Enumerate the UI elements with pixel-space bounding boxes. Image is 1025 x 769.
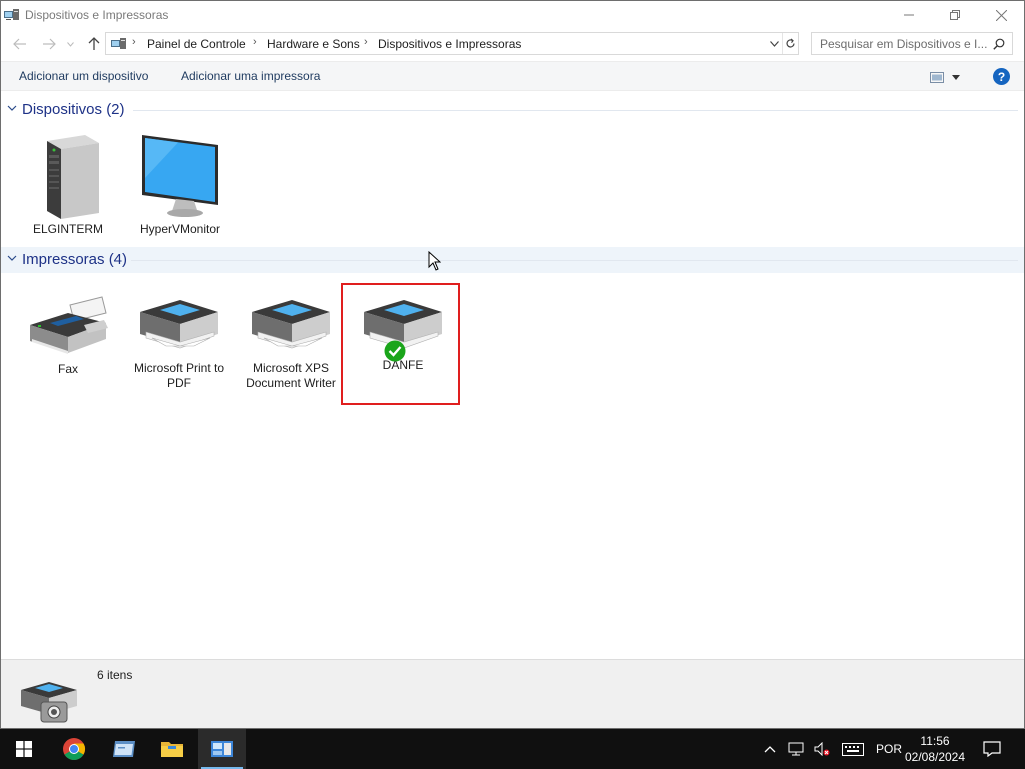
address-bar[interactable]: › Painel de Controle › Hardware e Sons ›… xyxy=(105,32,799,55)
restore-icon xyxy=(950,10,960,20)
printer-label: Microsoft Print to PDF xyxy=(133,361,225,390)
change-view-button[interactable] xyxy=(930,68,968,86)
group-title: Dispositivos (2) xyxy=(22,101,125,118)
printer-item-fax[interactable]: Fax xyxy=(18,295,118,377)
printer-item-microsoft-xps-document-writer[interactable]: Microsoft XPS Document Writer xyxy=(241,296,341,391)
forward-arrow-icon xyxy=(43,38,56,50)
clock-time: 11:56 xyxy=(920,734,950,748)
command-bar: Adicionar um dispositivo Adicionar uma i… xyxy=(1,61,1024,91)
breadcrumb-separator-icon: › xyxy=(132,36,136,48)
devices-printers-app-icon xyxy=(4,9,19,20)
back-button[interactable] xyxy=(12,36,28,52)
device-list-pane: Dispositivos (2) ELGINTERM HyperVMonitor… xyxy=(1,92,1024,659)
group-title: Impressoras (4) xyxy=(22,251,128,268)
device-item-hypervmonitor[interactable]: HyperVMonitor xyxy=(130,133,230,237)
chrome-icon xyxy=(63,738,85,760)
chevron-down-icon xyxy=(952,74,960,80)
notification-icon xyxy=(983,741,1001,757)
fax-icon xyxy=(30,296,108,354)
close-icon xyxy=(995,9,1007,21)
navigation-row: › Painel de Controle › Hardware e Sons ›… xyxy=(1,29,1024,59)
taskbar-file-explorer[interactable] xyxy=(148,729,196,769)
taskbar-clock[interactable]: 11:56 02/08/2024 xyxy=(900,733,970,765)
minimize-icon xyxy=(904,14,914,16)
group-divider xyxy=(133,110,1018,111)
window-title: Dispositivos e Impressoras xyxy=(25,8,169,22)
breadcrumb-hardware-sound[interactable]: Hardware e Sons xyxy=(267,37,360,51)
search-placeholder: Pesquisar em Dispositivos e I... xyxy=(820,37,988,51)
monitor-icon xyxy=(142,135,218,217)
forward-button[interactable] xyxy=(41,36,57,52)
device-label: ELGINTERM xyxy=(32,222,103,236)
chevron-down-icon xyxy=(7,255,17,261)
printer-icon xyxy=(140,300,218,349)
breadcrumb-separator-icon: › xyxy=(253,36,257,48)
show-hidden-icons-icon[interactable] xyxy=(764,745,776,753)
printer-label: Microsoft XPS Document Writer xyxy=(246,361,336,390)
breadcrumb-devices-printers[interactable]: Dispositivos e Impressoras xyxy=(378,37,521,51)
action-center-button[interactable] xyxy=(972,729,1012,769)
group-header-devices[interactable]: Dispositivos (2) xyxy=(1,97,1024,123)
view-options-icon xyxy=(930,71,944,83)
device-label: HyperVMonitor xyxy=(139,222,221,236)
device-item-elginterm[interactable]: ELGINTERM xyxy=(18,133,118,237)
add-device-button[interactable]: Adicionar um dispositivo xyxy=(19,69,148,83)
minimize-button[interactable] xyxy=(886,1,932,29)
group-header-printers[interactable]: Impressoras (4) xyxy=(1,247,1024,273)
chevron-down-icon xyxy=(769,40,779,47)
control-panel-icon xyxy=(111,38,126,49)
taskbar-devices-printers[interactable] xyxy=(198,729,246,769)
touch-keyboard-icon[interactable] xyxy=(842,742,864,756)
help-icon[interactable]: ? xyxy=(993,68,1010,85)
address-dropdown-button[interactable] xyxy=(766,33,782,54)
close-button[interactable] xyxy=(978,1,1024,29)
devices-printers-taskbar-icon xyxy=(211,741,233,757)
taskbar-app-window[interactable] xyxy=(100,729,148,769)
printer-icon xyxy=(252,300,330,349)
item-count: 6 itens xyxy=(97,668,133,682)
selection-highlight xyxy=(341,283,460,405)
clock-date: 02/08/2024 xyxy=(904,750,966,764)
breadcrumb-control-panel[interactable]: Painel de Controle xyxy=(147,37,246,51)
up-button[interactable] xyxy=(86,36,102,52)
taskbar-chrome[interactable] xyxy=(50,729,98,769)
computer-tower-icon xyxy=(47,135,99,219)
breadcrumb-separator-icon: › xyxy=(364,36,368,48)
devices-printers-window: Dispositivos e Impressoras › Painel de C… xyxy=(0,0,1025,729)
network-icon[interactable] xyxy=(788,742,804,756)
windows-logo-icon xyxy=(16,741,32,757)
search-input[interactable]: Pesquisar em Dispositivos e I... xyxy=(811,32,1013,55)
title-bar: Dispositivos e Impressoras xyxy=(1,1,1024,29)
refresh-icon xyxy=(786,38,795,48)
search-icon xyxy=(993,38,1005,50)
start-button[interactable] xyxy=(0,729,48,769)
volume-muted-icon[interactable] xyxy=(814,742,830,756)
restore-button[interactable] xyxy=(932,1,978,29)
chevron-down-icon xyxy=(7,105,17,111)
printer-label: Fax xyxy=(57,362,78,376)
folder-icon xyxy=(161,742,183,757)
back-arrow-icon xyxy=(13,38,26,50)
system-tray: POR xyxy=(764,729,902,769)
chevron-down-icon xyxy=(66,41,74,47)
mouse-cursor-icon xyxy=(428,251,441,271)
refresh-button[interactable] xyxy=(782,33,798,54)
add-printer-button[interactable]: Adicionar uma impressora xyxy=(181,69,320,83)
recent-locations-button[interactable] xyxy=(65,36,75,52)
printer-item-microsoft-print-to-pdf[interactable]: Microsoft Print to PDF xyxy=(129,296,229,391)
taskbar: POR 11:56 02/08/2024 xyxy=(0,729,1025,769)
group-divider xyxy=(131,260,1018,261)
input-language-indicator[interactable]: POR xyxy=(876,742,902,756)
devices-printers-status-icon xyxy=(21,682,77,723)
application-window-icon xyxy=(113,741,135,757)
up-arrow-icon xyxy=(88,37,100,50)
details-pane: 6 itens xyxy=(1,659,1024,728)
